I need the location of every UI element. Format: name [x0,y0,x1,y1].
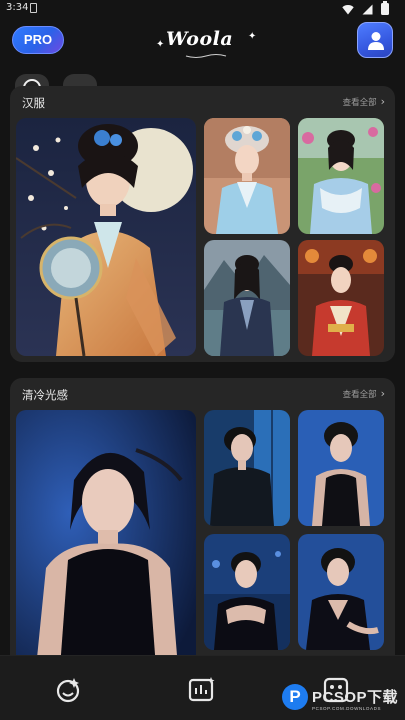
sparkle-icon: ✦ [248,31,257,42]
see-all-label: 查看全部 [342,389,377,400]
wifi-icon [342,4,354,14]
battery-icon [381,1,389,15]
user-icon [368,32,384,50]
see-all-link[interactable]: 查看全部 › [343,95,385,108]
see-all-label: 查看全部 [342,97,377,108]
photo-card-large[interactable] [16,118,196,356]
app-header: PRO ✦ Woola ✦ [0,18,405,66]
site-watermark: P PCSOP下载 PCSOP.COM.DOWNLOADS [280,680,405,720]
blue-seated-portrait [298,534,384,650]
photo-card[interactable] [204,118,290,234]
watermark-text: PCSOP下载 [312,689,399,706]
see-all-link[interactable]: 查看全部 › [343,387,385,400]
hanfu-garden-portrait [298,118,384,234]
sim-card-icon [30,3,37,13]
watermark-badge: P [282,684,308,710]
photo-card[interactable] [298,410,384,526]
sparkle-icon: ✦ [156,39,165,50]
photo-card[interactable] [298,118,384,234]
hanfu-red-robe-portrait [298,240,384,356]
blue-black-dress-portrait [298,410,384,526]
status-bar: 3:34 [0,0,405,18]
signal-icon [362,4,373,14]
blue-night-shoulder-portrait [204,534,290,650]
section-cool-light: 清冷光感 查看全部 › [10,378,395,668]
app-logo: ✦ Woola ✦ [150,27,260,61]
blue-window-jacket-portrait [204,410,290,526]
photo-card[interactable] [298,240,384,356]
status-time: 3:34 [6,2,29,13]
blue-light-sleeveless-portrait [16,410,196,668]
hanfu-moon-fan-portrait [16,118,196,356]
photo-card[interactable] [204,410,290,526]
profile-button[interactable] [357,22,393,58]
section-title: 清冷光感 [22,388,68,402]
tab-gallery[interactable] [188,676,216,704]
gallery-sparkle-icon [188,677,215,702]
chevron-right-icon: › [380,387,385,400]
chevron-right-icon: › [380,95,385,108]
pro-button[interactable]: PRO [12,26,64,54]
photo-card[interactable] [204,534,290,650]
logo-text: Woola [166,28,234,50]
face-sparkle-icon [56,678,80,703]
hanfu-lake-portrait [204,240,290,356]
photo-card[interactable] [298,534,384,650]
photo-card[interactable] [204,240,290,356]
watermark-subtext: PCSOP.COM.DOWNLOADS [312,706,382,711]
tab-face[interactable] [54,676,82,704]
section-title: 汉服 [22,96,45,110]
photo-card-large[interactable] [16,410,196,668]
hanfu-blue-crown-portrait [204,118,290,234]
logo-underline [185,54,227,58]
section-hanfu: 汉服 查看全部 › [10,86,395,362]
